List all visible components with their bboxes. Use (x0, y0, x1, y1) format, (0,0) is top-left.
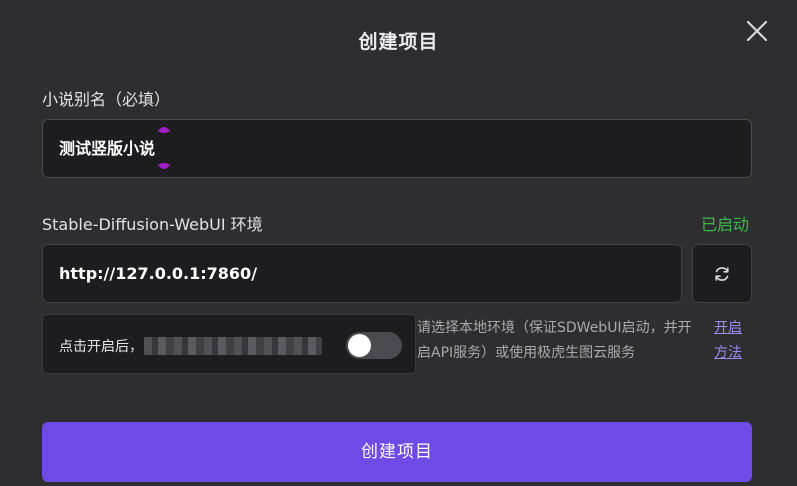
env-hint-text: 请选择本地环境（保证SDWebUI启动，并开启API服务）或使用极虎生图云服务 (417, 320, 692, 361)
sd-webui-url-input[interactable]: http://127.0.0.1:7860/ (42, 244, 682, 303)
create-project-dialog: 创建项目 小说别名（必填） 测试竖版小说 Stable-Diffusion-We… (0, 0, 797, 486)
enable-method-link[interactable]: 开启方法 (714, 316, 748, 366)
cloud-service-switch[interactable] (346, 332, 402, 359)
env-status-badge: 已启动 (700, 215, 749, 234)
redacted-text (144, 337, 322, 355)
novel-alias-label: 小说别名（必填） (42, 90, 171, 109)
toggle-description: 点击开启后， (59, 339, 143, 355)
create-project-button[interactable]: 创建项目 (42, 422, 752, 482)
refresh-button[interactable] (692, 244, 752, 303)
close-icon[interactable] (744, 18, 770, 44)
text-selection-handle-icon[interactable] (157, 125, 171, 135)
dialog-title: 创建项目 (358, 31, 439, 53)
sd-webui-env-label: Stable-Diffusion-WebUI 环境 (42, 215, 263, 234)
novel-alias-input[interactable]: 测试竖版小说 (42, 119, 752, 178)
cloud-service-toggle-card: 点击开启后， (42, 314, 416, 374)
refresh-icon (715, 266, 729, 281)
switch-knob (348, 334, 371, 357)
text-selection-handle-icon[interactable] (157, 161, 171, 171)
